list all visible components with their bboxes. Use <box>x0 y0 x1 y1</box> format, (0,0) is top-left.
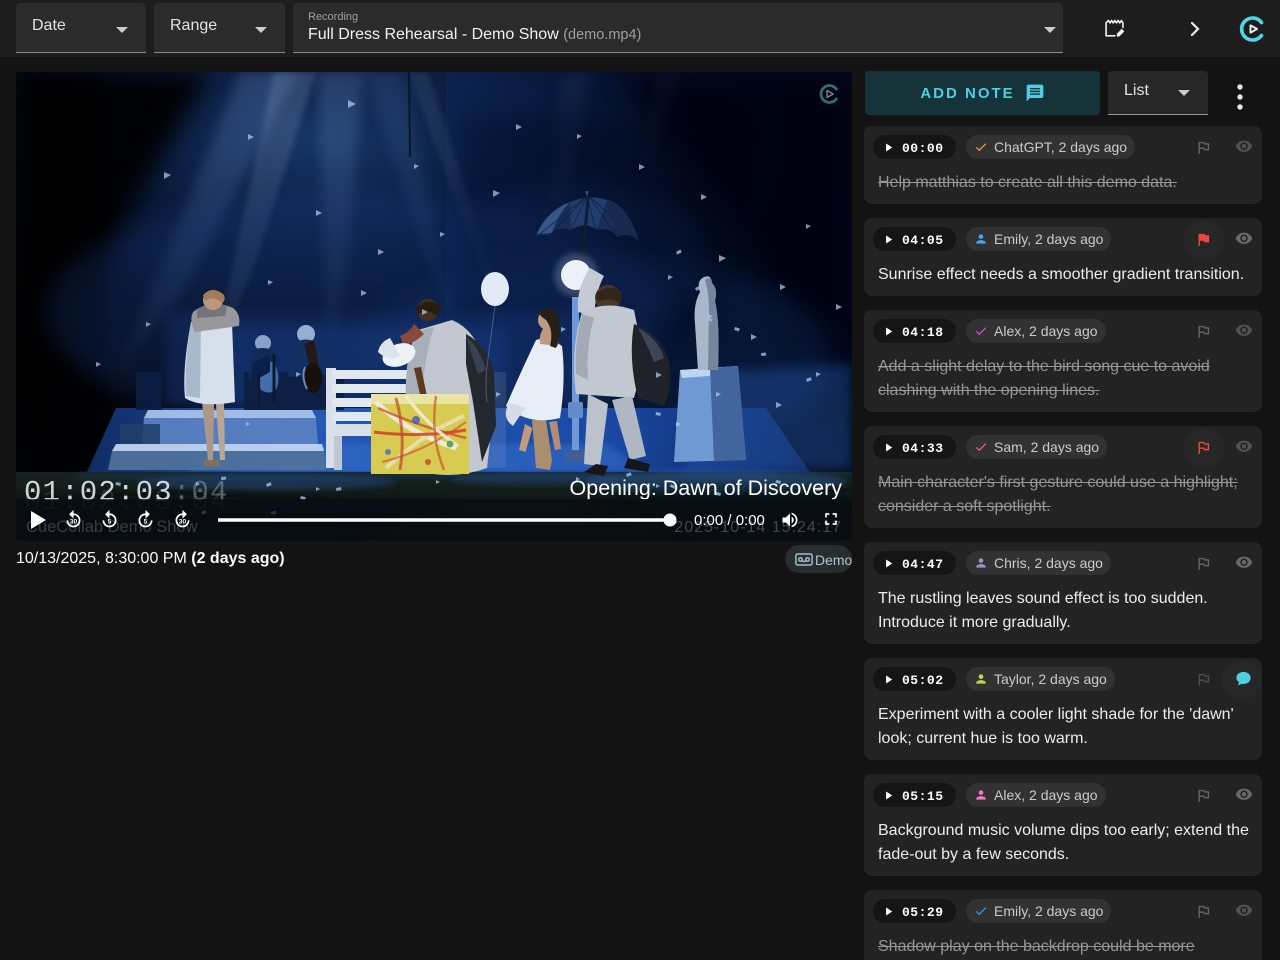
svg-text:30: 30 <box>179 518 187 525</box>
svg-text:5: 5 <box>108 518 112 525</box>
svg-text:30: 30 <box>70 518 78 525</box>
svg-text:5: 5 <box>144 518 148 525</box>
